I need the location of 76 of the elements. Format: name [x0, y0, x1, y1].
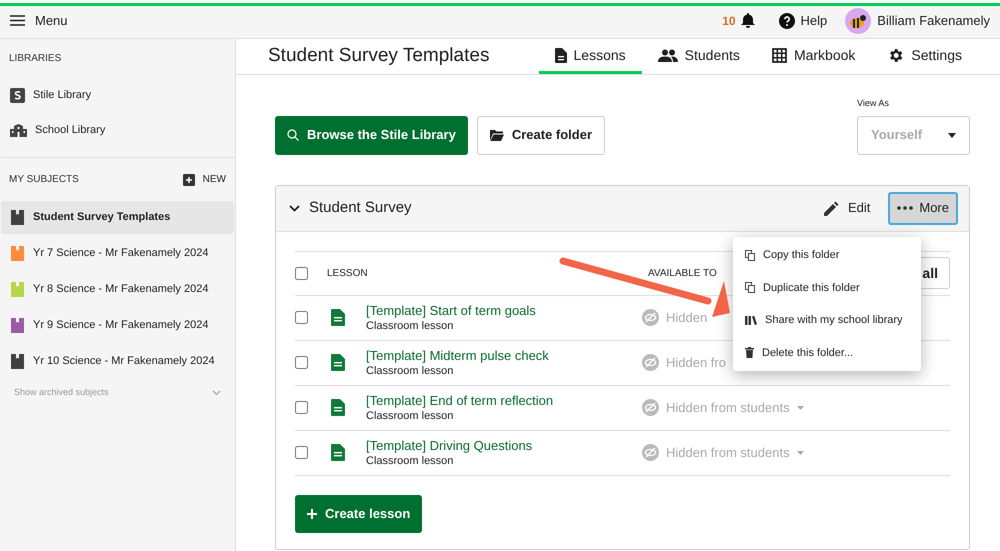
page-title: Student Survey Templates — [268, 44, 490, 68]
help-button[interactable]: Help — [778, 10, 828, 30]
subject-item[interactable]: Yr 9 Science - Mr Fakenamely 2024 — [1, 309, 234, 342]
edit-button[interactable]: Edit — [824, 198, 870, 218]
help-icon — [778, 12, 795, 28]
menu-icon — [10, 15, 25, 26]
user-menu-button[interactable]: Billiam Fakenamely — [845, 8, 990, 34]
letter-s-icon — [10, 88, 25, 103]
chevron-icon — [289, 204, 300, 212]
row-checkbox[interactable] — [295, 446, 308, 459]
nav-tab[interactable]: Markbook — [756, 39, 872, 74]
document-icon — [331, 444, 345, 461]
subject-item[interactable]: Yr 10 Science - Mr Fakenamely 2024 — [1, 345, 234, 378]
search-icon — [287, 129, 299, 141]
caret-icon — [796, 406, 804, 410]
column-header: LESSON — [327, 266, 369, 280]
lesson-link[interactable]: [Template] Driving Questions — [366, 436, 532, 454]
collapse-toggle[interactable]: Student Survey — [289, 196, 412, 220]
column-header: AVAILABLE TO — [648, 266, 717, 280]
browse-library-button[interactable]: Browse the Stile Library — [275, 116, 468, 154]
hidden-eye-icon — [642, 399, 659, 416]
ellipsis-icon — [897, 206, 914, 210]
lesson-link[interactable]: [Template] Midterm pulse check — [366, 346, 549, 364]
school-icon — [10, 124, 27, 137]
row-checkbox[interactable] — [295, 311, 308, 324]
lesson-type: Classroom lesson — [366, 318, 454, 334]
subject-item[interactable]: Yr 8 Science - Mr Fakenamely 2024 — [1, 273, 234, 306]
copy-icon — [745, 282, 755, 294]
menu-item[interactable]: Copy this folder — [733, 239, 921, 272]
section-heading: MY SUBJECTS — [9, 173, 79, 187]
plus-icon — [182, 174, 195, 186]
create-lesson-button[interactable]: Create lesson — [295, 494, 422, 532]
library-link[interactable]: School Library — [1, 113, 234, 148]
hidden-eye-icon — [642, 444, 659, 461]
library-link[interactable]: Stile Library — [1, 78, 234, 113]
books-icon — [745, 315, 757, 326]
grid-icon — [772, 48, 787, 62]
trash-icon — [745, 347, 754, 358]
bell-icon — [740, 13, 755, 28]
pencil-icon — [824, 200, 839, 216]
menu-item[interactable]: Share with my school library — [733, 304, 921, 336]
nav-tab[interactable]: Students — [642, 39, 756, 74]
subject-item[interactable]: Student Survey Templates — [1, 201, 234, 234]
select-all-checkbox[interactable] — [295, 266, 308, 280]
section-heading: LIBRARIES — [8, 52, 62, 66]
document-icon — [554, 48, 567, 62]
copy-icon — [745, 250, 755, 261]
nav-tab[interactable]: Lessons — [538, 39, 642, 74]
more-button[interactable]: More — [888, 192, 958, 224]
view-as-label: View As — [857, 97, 890, 110]
document-icon — [331, 399, 345, 416]
menu-item[interactable]: Delete this folder... — [733, 336, 921, 369]
hidden-eye-icon — [642, 354, 659, 371]
folder-icon — [490, 130, 504, 140]
document-icon — [331, 354, 345, 371]
lesson-link[interactable]: [Template] Start of term goals — [366, 302, 536, 318]
lesson-type: Classroom lesson — [366, 454, 454, 468]
menu-item[interactable]: Duplicate this folder — [733, 272, 921, 304]
lesson-type: Classroom lesson — [366, 364, 454, 378]
row-checkbox[interactable] — [295, 401, 308, 414]
create-folder-button[interactable]: Create folder — [476, 116, 606, 154]
people-icon — [658, 48, 678, 62]
lesson-type: Classroom lesson — [366, 408, 454, 424]
caret-icon — [948, 132, 956, 138]
row-checkbox[interactable] — [295, 356, 308, 369]
lesson-link[interactable]: [Template] End of term reflection — [366, 392, 554, 408]
chevron-down-icon — [212, 390, 221, 396]
hidden-eye-icon — [642, 309, 659, 326]
new-subject-button[interactable]: NEW — [182, 172, 226, 187]
subject-item[interactable]: Yr 7 Science - Mr Fakenamely 2024 — [1, 237, 234, 270]
menu-button[interactable]: Menu — [10, 10, 68, 30]
nav-tab[interactable]: Settings — [871, 39, 978, 74]
caret-icon — [796, 450, 804, 454]
plus-icon — [307, 508, 317, 518]
avatar-icon — [845, 8, 872, 34]
document-icon — [331, 309, 345, 326]
